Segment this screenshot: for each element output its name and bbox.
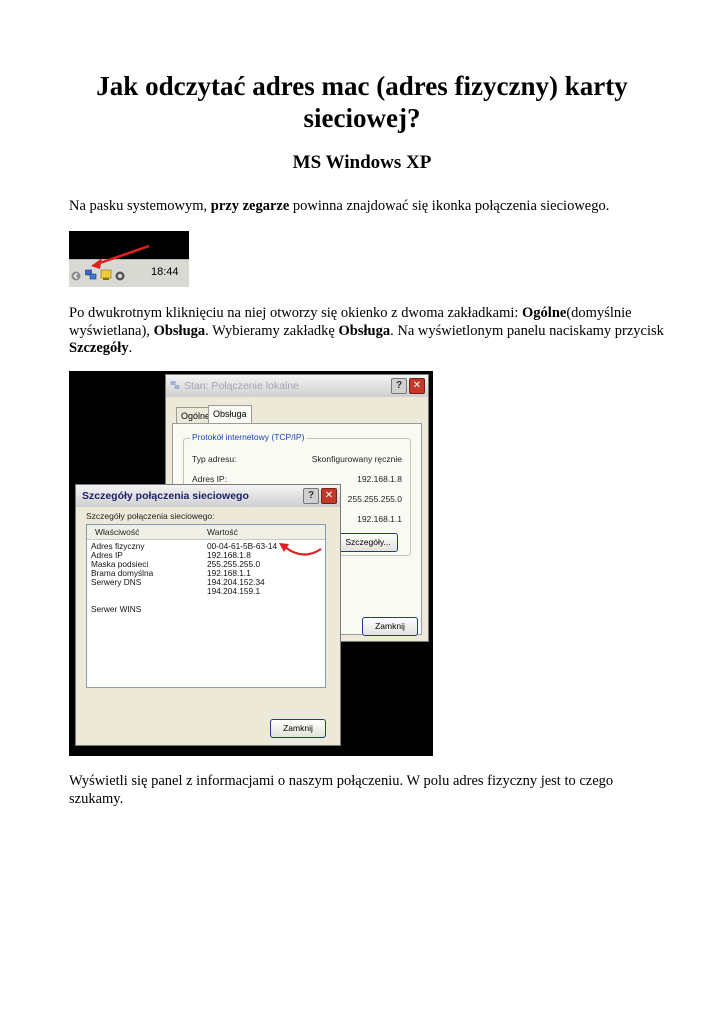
tab-obsluga[interactable]: Obsługa <box>208 405 252 424</box>
row-label: Typ adresu: <box>192 454 237 464</box>
bold-text: Ogólne <box>522 305 567 321</box>
property-name: Serwery DNS <box>91 577 142 587</box>
page-title: Jak odczytać adres mac (adres fizyczny) … <box>96 71 628 133</box>
text-run: powinna znajdować się ikonka połączenia … <box>289 198 610 214</box>
details-window-titlebar: Szczegóły połączenia sieciowego ? ✕ <box>76 485 340 507</box>
row-value: Skonfigurowany ręcznie <box>311 454 402 464</box>
column-header-value[interactable]: Wartość <box>207 527 238 537</box>
bold-text: przy zegarze <box>210 198 290 214</box>
close-dialog-button[interactable]: Zamknij <box>270 719 326 738</box>
list-item[interactable]: Serwery DNS 194.204.152.34 <box>91 578 321 587</box>
details-list[interactable]: Właściwość Wartość Adres fizyczny 00-04-6… <box>86 524 326 688</box>
close-button[interactable]: ✕ <box>321 488 337 504</box>
dialogs-screenshot: Stan: Połączenie lokalne ? ✕ Ogólne Obsł… <box>69 371 433 756</box>
details-window: Szczegóły połączenia sieciowego ? ✕ Szcz… <box>75 484 341 746</box>
details-button[interactable]: Szczegóły... <box>338 533 398 552</box>
row-label: Adres IP: <box>192 474 227 484</box>
row-value: 255.255.255.0 <box>347 494 402 504</box>
red-arrow-icon <box>91 244 150 269</box>
text-run: . Na wyświetlonym panelu naciskamy przyc… <box>390 322 664 339</box>
row-value: 192.168.1.1 <box>357 514 402 524</box>
row-value: 192.168.1.8 <box>357 474 402 484</box>
list-item[interactable]: Serwer WINS <box>91 605 321 614</box>
bold-text: Szczegóły <box>69 340 129 356</box>
text-run: . Wybieramy zakładkę <box>205 322 339 339</box>
column-header-property[interactable]: Właściwość <box>95 527 139 537</box>
details-window-title: Szczegóły połączenia sieciowego <box>82 490 249 502</box>
text-run: Po dwukrotnym kliknięciu na niej otworzy… <box>69 305 523 321</box>
close-button[interactable]: ✕ <box>409 378 425 394</box>
text-run: . <box>128 340 133 356</box>
paragraph-systray: Na pasku systemowym, przy zegarze powinn… <box>69 198 669 216</box>
help-button[interactable]: ? <box>391 378 407 394</box>
paragraph-instructions: Po dwukrotnym kliknięciu na niej otworzy… <box>69 305 669 358</box>
group-label: Protokół internetowy (TCP/IP) <box>190 432 307 442</box>
network-connection-icon <box>170 380 181 394</box>
status-window-title: Stan: Połączenie lokalne <box>184 380 299 392</box>
page-subtitle: MS Windows XP <box>292 152 432 173</box>
status-window-titlebar: Stan: Połączenie lokalne ? ✕ <box>166 375 428 397</box>
help-button[interactable]: ? <box>303 488 319 504</box>
list-item[interactable]: 194.204.159.1 <box>91 587 321 596</box>
property-name: Serwer WINS <box>91 604 142 614</box>
paragraph-conclusion: Wyświetli się panel z informacjami o nas… <box>69 773 614 807</box>
red-arrow-icon <box>279 543 322 556</box>
bold-text: Obsługa <box>338 322 391 339</box>
close-dialog-button[interactable]: Zamknij <box>362 617 418 636</box>
text-run: Na pasku systemowym, <box>69 198 211 214</box>
taskbar-screenshot: 18:44 <box>69 231 189 287</box>
details-caption: Szczegóły połączenia sieciowego: <box>86 511 215 521</box>
bold-text: Obsługa <box>153 322 206 339</box>
property-value: 194.204.159.1 <box>207 586 261 596</box>
